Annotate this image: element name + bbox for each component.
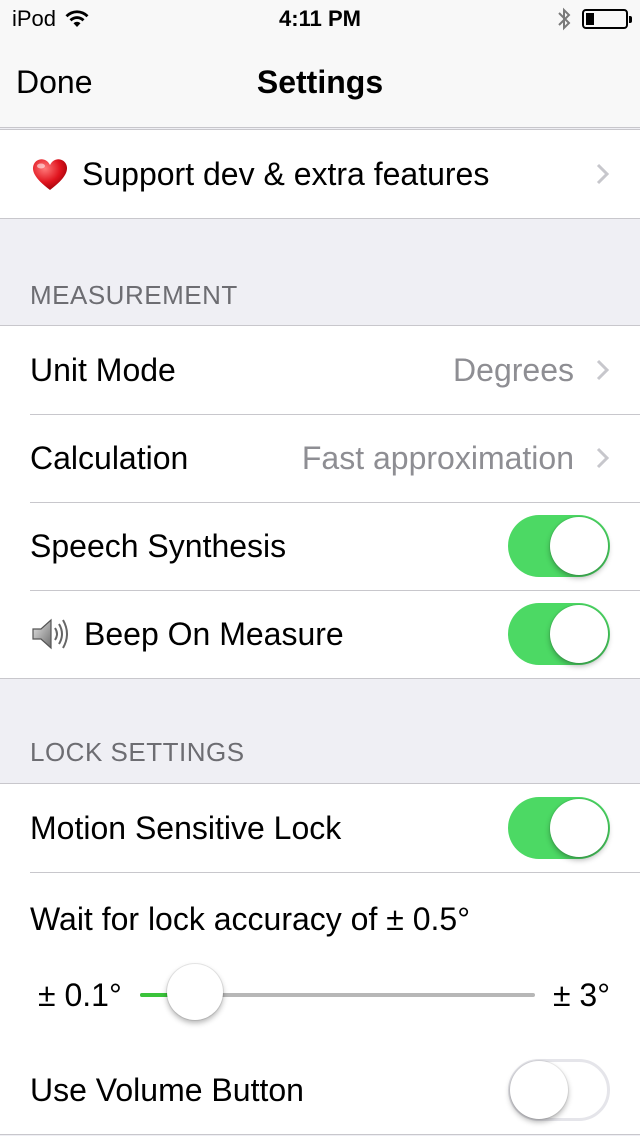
calculation-value: Fast approximation [301, 439, 574, 476]
speech-synthesis-label: Speech Synthesis [30, 527, 287, 564]
support-group: Support dev & extra features [0, 129, 640, 219]
calculation-label: Calculation [30, 439, 189, 476]
battery-fill [586, 13, 594, 25]
use-volume-button-toggle[interactable] [508, 1059, 610, 1121]
chevron-right-icon [596, 359, 610, 381]
beep-on-measure-label: Beep On Measure [84, 615, 344, 652]
toggle-knob [550, 517, 608, 575]
measurement-header: MEASUREMENT [30, 280, 238, 310]
toggle-knob [550, 799, 608, 857]
toggle-knob [510, 1061, 568, 1119]
use-volume-button-label: Use Volume Button [30, 1071, 304, 1108]
speaker-icon [32, 618, 68, 650]
use-volume-button-row: Use Volume Button [0, 1046, 640, 1134]
beep-on-measure-row: Beep On Measure [0, 590, 640, 678]
slider-min-label: ± 0.1° [38, 976, 122, 1013]
toggle-knob [550, 605, 608, 663]
support-row[interactable]: Support dev & extra features [0, 130, 640, 218]
status-time: 4:11 PM [279, 6, 361, 31]
navigation-bar: Done Settings [0, 40, 640, 128]
lock-accuracy-slider-row: ± 0.1° ± 3° [0, 944, 640, 1046]
lock-accuracy-label: Wait for lock accuracy of ± 0.5° [30, 901, 470, 937]
motion-sensitive-lock-label: Motion Sensitive Lock [30, 809, 342, 846]
calculation-row[interactable]: Calculation Fast approximation [0, 414, 640, 502]
motion-sensitive-lock-toggle[interactable] [508, 797, 610, 859]
status-bar: iPod 4:11 PM [0, 0, 640, 40]
slider-thumb[interactable] [167, 964, 224, 1020]
motion-sensitive-lock-row: Motion Sensitive Lock [0, 784, 640, 872]
unit-mode-row[interactable]: Unit Mode Degrees [0, 326, 640, 414]
heart-icon [32, 159, 68, 190]
chevron-right-icon [596, 163, 610, 185]
page-title: Settings [256, 64, 384, 100]
beep-on-measure-toggle[interactable] [508, 603, 610, 665]
lock-accuracy-slider[interactable] [139, 964, 535, 1020]
battery-icon [582, 9, 632, 29]
measurement-group: Unit Mode Degrees Calculation Fast appro… [0, 325, 640, 679]
support-label: Support dev & extra features [82, 155, 490, 192]
lock-accuracy-row: Wait for lock accuracy of ± 0.5° [0, 872, 640, 944]
speech-synthesis-row: Speech Synthesis [0, 502, 640, 590]
lock-settings-group: Motion Sensitive Lock Wait for lock accu… [0, 783, 640, 1135]
lock-settings-header: LOCK SETTINGS [30, 737, 245, 767]
slider-max-label: ± 3° [552, 976, 610, 1013]
unit-mode-label: Unit Mode [30, 351, 176, 388]
unit-mode-value: Degrees [453, 351, 574, 388]
status-right [556, 6, 632, 32]
chevron-right-icon [596, 447, 610, 469]
bluetooth-icon [558, 7, 571, 31]
speech-synthesis-toggle[interactable] [508, 515, 610, 577]
